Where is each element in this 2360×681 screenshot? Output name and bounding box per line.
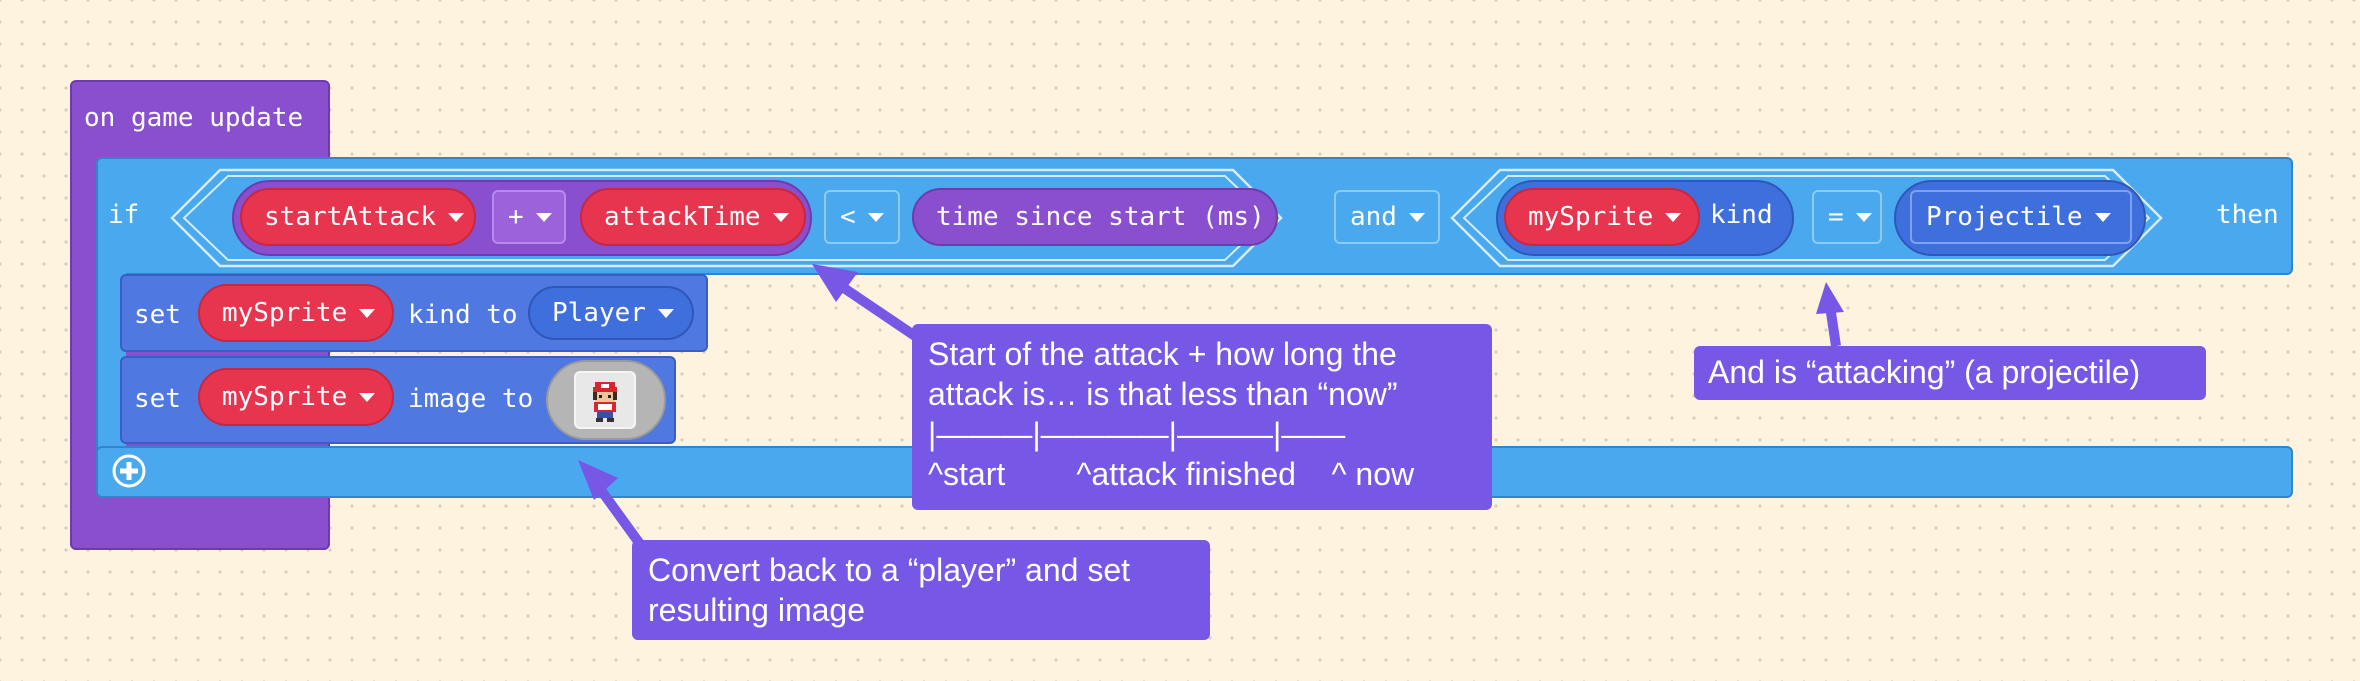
attack-note-timeline: |———|————|———|——: [928, 416, 1346, 452]
attack-note-line2: attack is… is that less than “now”: [928, 376, 1398, 412]
projectile-note: And is “attacking” (a projectile): [1694, 346, 2206, 400]
convert-note: Convert back to a “player” and set resul…: [632, 540, 1210, 640]
convert-note-line1: Convert back to a “player” and set: [648, 552, 1131, 588]
attack-timing-note: Start of the attack + how long the attac…: [912, 324, 1492, 510]
arrow-head-projectile: [1816, 282, 1844, 314]
arrow-head-convert: [578, 460, 618, 500]
attack-note-line1: Start of the attack + how long the: [928, 336, 1397, 372]
convert-note-line2: resulting image: [648, 592, 865, 628]
projectile-note-text: And is “attacking” (a projectile): [1708, 354, 2141, 390]
attack-note-labels: ^start ^attack finished ^ now: [928, 456, 1415, 492]
